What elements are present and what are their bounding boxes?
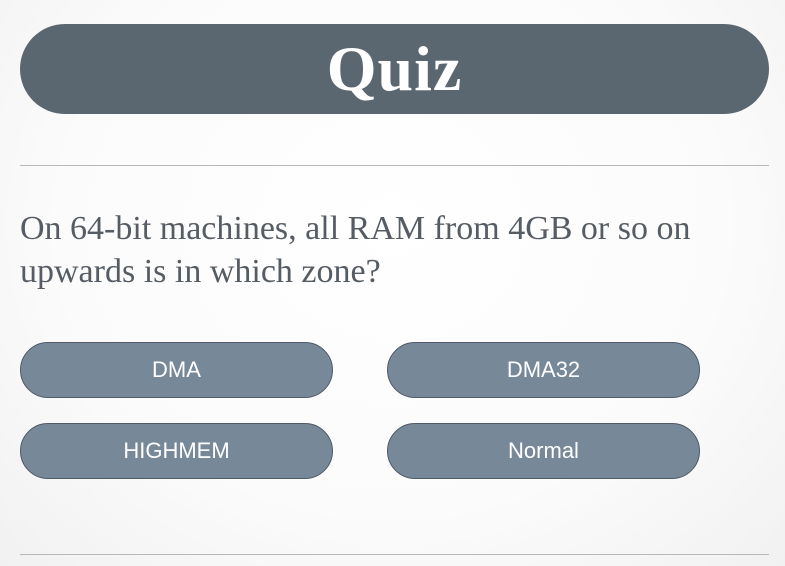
answer-button-dma[interactable]: DMA (20, 342, 333, 398)
answer-button-normal[interactable]: Normal (387, 423, 700, 479)
answer-options: DMA DMA32 HIGHMEM Normal (20, 342, 700, 479)
answer-button-highmem[interactable]: HIGHMEM (20, 423, 333, 479)
bottom-divider (20, 554, 769, 555)
top-divider (20, 165, 769, 166)
title-bar: Quiz (20, 24, 769, 114)
page-title: Quiz (326, 33, 463, 104)
answer-button-dma32[interactable]: DMA32 (387, 342, 700, 398)
question-text: On 64-bit machines, all RAM from 4GB or … (20, 210, 691, 290)
